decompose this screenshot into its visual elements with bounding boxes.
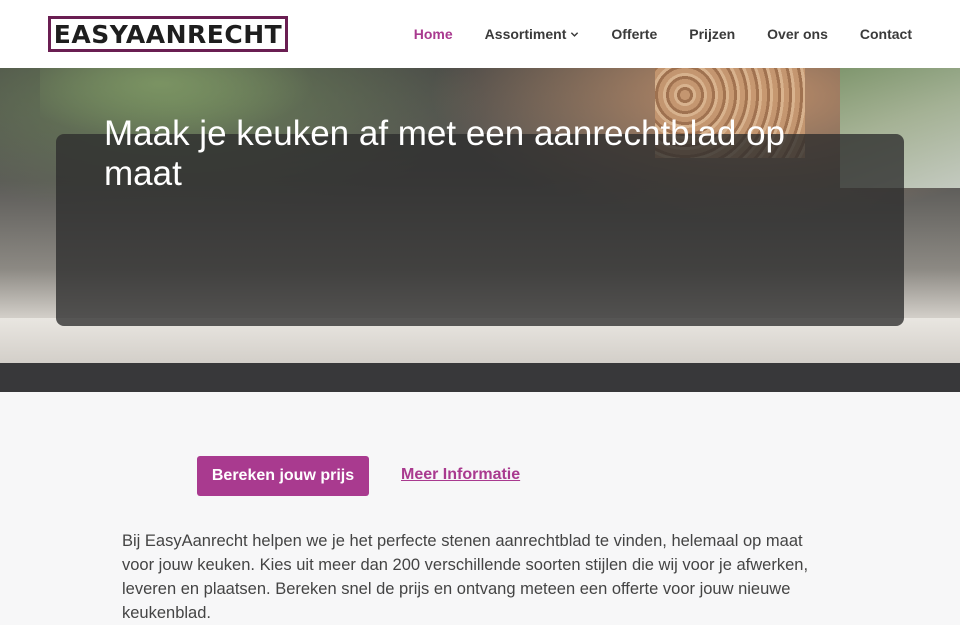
logo-text: EASYAANRECHT (53, 19, 283, 49)
more-info-link[interactable]: Meer Informatie (401, 466, 520, 484)
chevron-down-icon (571, 31, 579, 37)
logo[interactable]: EASYAANRECHT (48, 16, 288, 52)
site-header: EASYAANRECHT Home Assortiment Offerte Pr… (0, 0, 960, 68)
nav-item-contact[interactable]: Contact (860, 26, 912, 42)
nav-item-home[interactable]: Home (414, 26, 453, 42)
nav-item-offerte[interactable]: Offerte (611, 26, 657, 42)
nav-item-prijzen[interactable]: Prijzen (689, 26, 735, 42)
nav-item-label: Over ons (767, 26, 828, 42)
nav-item-label: Offerte (611, 26, 658, 42)
nav-item-assortiment[interactable]: Assortiment (485, 26, 580, 42)
nav-item-over-ons[interactable]: Over ons (767, 26, 828, 42)
nav-item-label: Prijzen (689, 26, 736, 42)
nav-item-label: Home (413, 26, 453, 42)
nav-item-label: Assortiment (484, 26, 567, 42)
calculate-price-button[interactable]: Bereken jouw prijs (197, 456, 369, 496)
nav-item-label: Contact (859, 26, 912, 42)
intro-text: Bij EasyAanrecht helpen we je het perfec… (122, 532, 809, 622)
main-nav: Home Assortiment Offerte Prijzen Over on… (382, 0, 912, 68)
hero-title: Maak je keuken af met een aanrechtblad o… (104, 114, 785, 193)
hero-cabinet-image (0, 363, 960, 392)
